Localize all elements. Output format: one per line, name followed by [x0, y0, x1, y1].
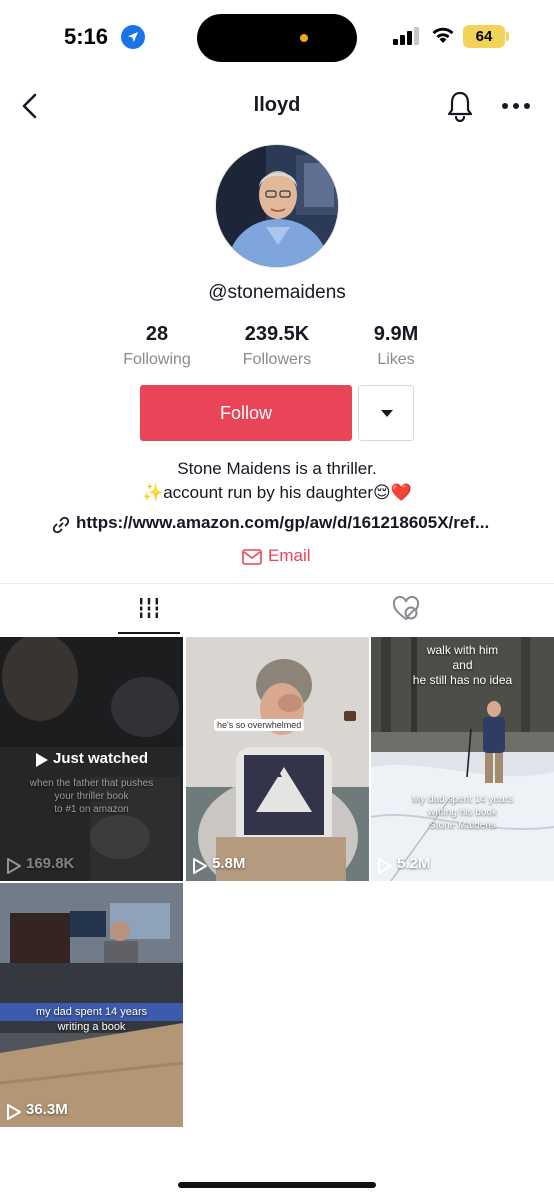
- video-tile[interactable]: my dad spent 14 years writing a book 36.…: [0, 883, 183, 1127]
- wifi-icon: [432, 27, 454, 43]
- stat-value: 9.9M: [373, 323, 419, 345]
- tab-liked[interactable]: [385, 590, 427, 630]
- divider: [0, 583, 554, 584]
- just-watched-label: Just watched: [53, 750, 149, 767]
- video-sticker-text: he's so overwhelmed: [214, 719, 305, 731]
- bio: Stone Maidens is a thriller. ✨account ru…: [0, 457, 554, 505]
- home-indicator[interactable]: [178, 1182, 376, 1188]
- view-count-value: 5.8M: [212, 855, 246, 872]
- video-tile[interactable]: he's so overwhelmed 5.8M: [186, 637, 369, 881]
- battery-icon: 64: [463, 25, 505, 48]
- avatar-photo: [216, 145, 338, 267]
- bio-link-url[interactable]: https://www.amazon.com/gp/aw/d/161218605…: [76, 513, 489, 533]
- stat-value: 239.5K: [244, 323, 310, 345]
- view-count-value: 36.3M: [26, 1101, 68, 1118]
- follow-button[interactable]: Follow: [140, 385, 352, 441]
- stat-label: Likes: [377, 351, 415, 368]
- status-bar: 5:16 64: [0, 0, 554, 76]
- profile-handle: @stonemaidens: [208, 282, 346, 303]
- stat-likes[interactable]: 9.9M Likes: [336, 322, 456, 374]
- battery-cap: [506, 32, 509, 41]
- location-arrow-icon: [121, 25, 145, 49]
- dynamic-island: [197, 14, 357, 62]
- liked-hidden-icon: [392, 596, 420, 621]
- stat-label: Following: [123, 351, 191, 368]
- tab-videos[interactable]: [118, 590, 180, 636]
- more-icon[interactable]: [500, 102, 532, 110]
- bell-icon[interactable]: [445, 90, 475, 122]
- caret-down-icon: [381, 410, 393, 417]
- privacy-indicator-dot: [300, 34, 308, 42]
- view-count-value: 169.8K: [26, 855, 75, 872]
- play-outline-icon: [7, 1104, 21, 1120]
- video-tile[interactable]: walk with him and he still has no idea M…: [371, 637, 554, 881]
- status-time: 5:16: [64, 24, 109, 49]
- play-outline-icon: [378, 858, 392, 874]
- bio-link[interactable]: https://www.amazon.com/gp/aw/d/161218605…: [52, 513, 512, 537]
- envelope-icon: [242, 549, 262, 565]
- grid-icon: [138, 598, 160, 618]
- suggested-accounts-button[interactable]: [358, 385, 414, 441]
- play-outline-icon: [193, 858, 207, 874]
- video-caption-text: my dad spent 14 years writing a book: [35, 1006, 148, 1033]
- bio-line: Stone Maidens is a thriller.: [177, 459, 377, 478]
- play-outline-icon: [7, 858, 21, 874]
- play-filled-icon: [36, 753, 48, 767]
- stat-label: Followers: [242, 351, 312, 368]
- bio-line: ✨account run by his daughter😌❤️: [142, 483, 412, 502]
- link-icon: [52, 516, 70, 534]
- signal-icon: [393, 27, 419, 45]
- video-overlay-bottom-text: My dad spent 14 years writing his book S…: [411, 794, 514, 831]
- video-overlay-top-text: walk with him and he still has no idea: [412, 643, 513, 687]
- stat-followers[interactable]: 239.5K Followers: [217, 322, 337, 374]
- avatar[interactable]: [215, 144, 339, 268]
- video-overlay-text: when the father that pushes your thrille…: [29, 778, 154, 815]
- video-tile[interactable]: Just watched when the father that pushes…: [0, 637, 183, 881]
- email-label: Email: [268, 546, 311, 565]
- video-thumbnail: [186, 637, 369, 881]
- active-tab-indicator: [118, 632, 180, 634]
- stat-following[interactable]: 28 Following: [97, 322, 217, 374]
- profile-nav-bar: lloyd: [0, 80, 554, 132]
- stat-value: 28: [145, 323, 169, 345]
- view-count-value: 5.2M: [397, 855, 431, 872]
